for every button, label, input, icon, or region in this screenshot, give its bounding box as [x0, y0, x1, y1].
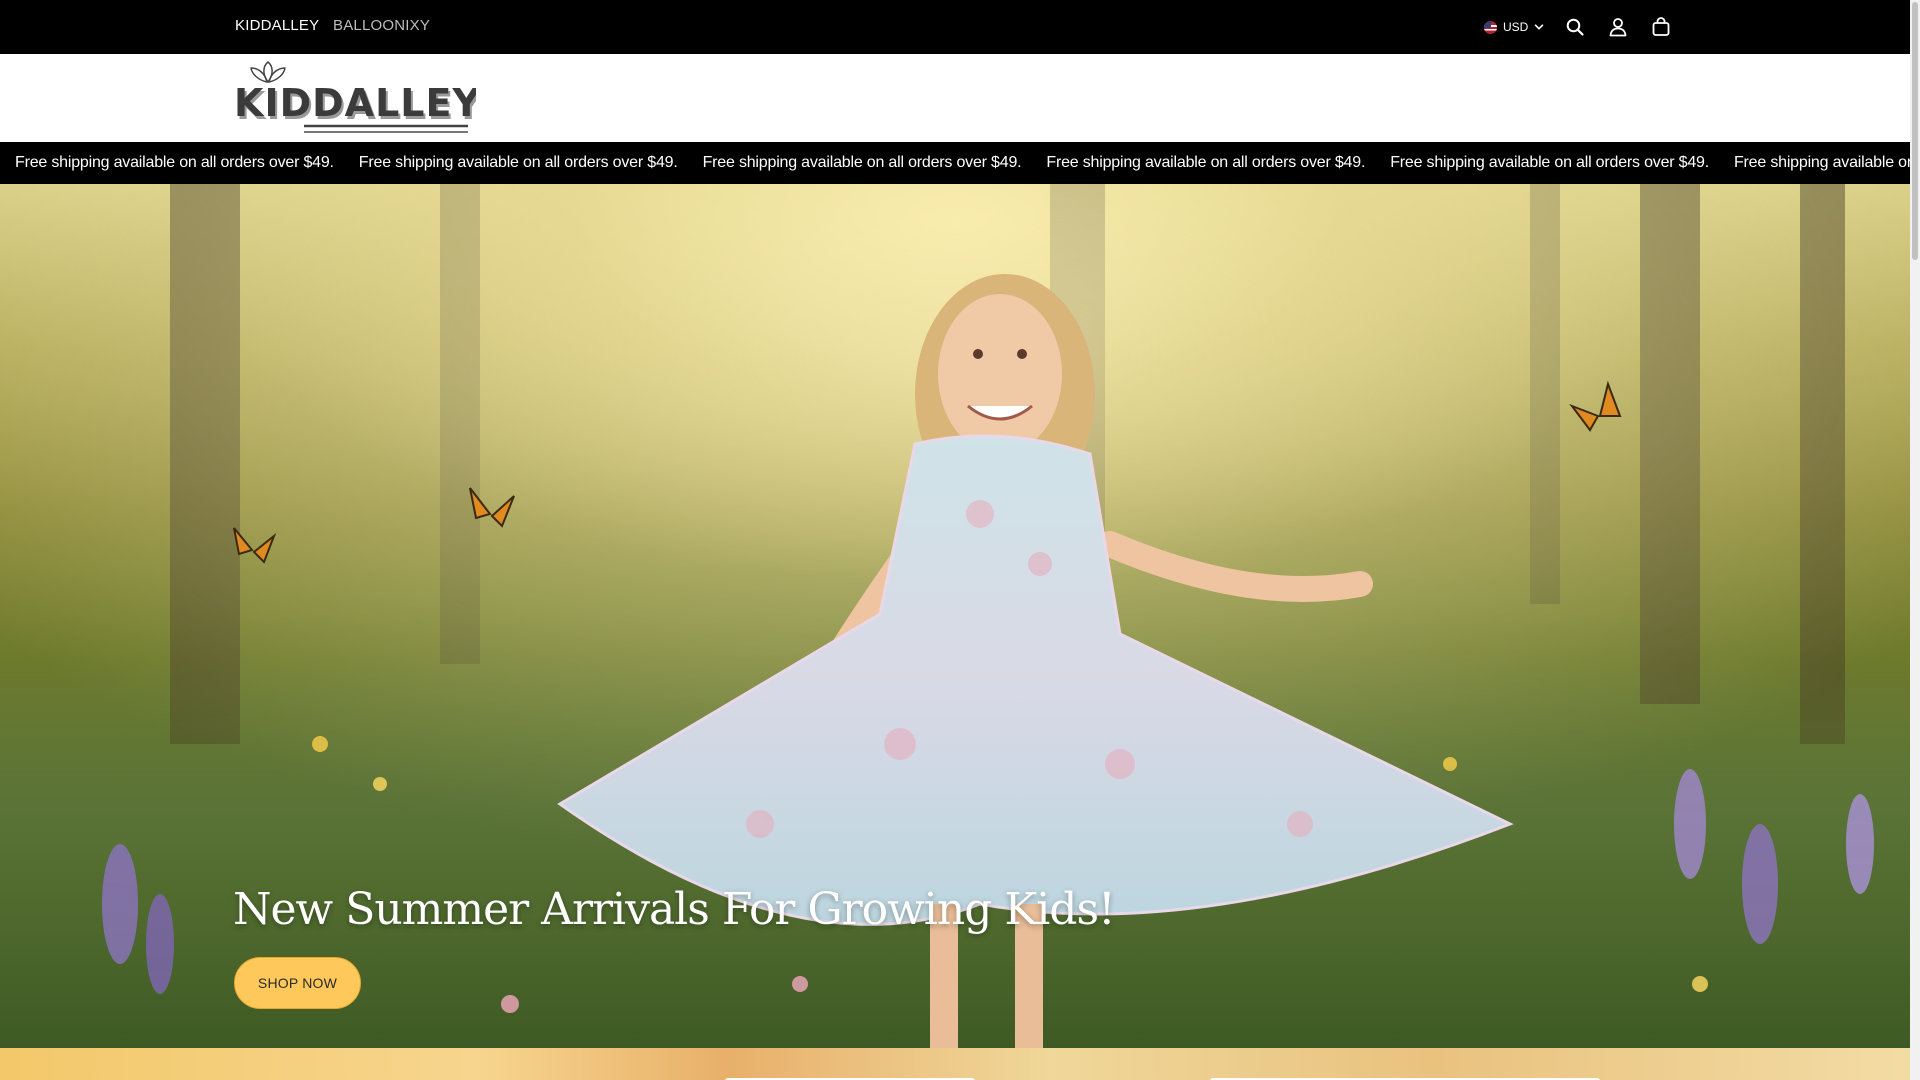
announcement-text: Free shipping available on all orders ov…	[1390, 154, 1709, 171]
page: KIDDALLEY BALLOONIXY USD KIDDALLEY KIDDA…	[0, 0, 1920, 1080]
marquee-track: Free shipping available on all orders ov…	[15, 154, 1910, 172]
next-section-preview	[0, 1048, 1910, 1080]
currency-selector[interactable]: USD	[1484, 15, 1544, 39]
announcement-text: Free shipping available on all orders ov…	[15, 154, 334, 171]
currency-label: USD	[1503, 20, 1529, 34]
store-link-balloonixy[interactable]: BALLOONIXY	[333, 17, 430, 34]
store-link-kiddalley[interactable]: KIDDALLEY	[235, 17, 319, 34]
cart-icon[interactable]	[1649, 15, 1673, 39]
account-icon[interactable]	[1606, 15, 1630, 39]
hero-title: New Summer Arrivals For Growing Kids!	[233, 884, 1116, 935]
scrollbar-thumb[interactable]	[1912, 2, 1918, 260]
search-icon[interactable]	[1563, 15, 1587, 39]
chevron-down-icon	[1535, 24, 1544, 30]
hero-banner: New Summer Arrivals For Growing Kids! SH…	[0, 184, 1910, 1048]
announcement-marquee: Free shipping available on all orders ov…	[0, 142, 1910, 184]
announcement-text: Free shipping available on all orders ov…	[358, 154, 678, 171]
kiddalley-logo-mark: KIDDALLEY KIDDALLEY	[234, 61, 482, 133]
us-flag-icon	[1484, 20, 1497, 34]
logo-wordmark: KIDDALLEY	[234, 81, 476, 125]
announcement-text: Free shipping available on all orders ov…	[1046, 154, 1366, 171]
shop-now-button[interactable]: SHOP NOW	[234, 957, 361, 1009]
brand-logo[interactable]: KIDDALLEY KIDDALLEY	[232, 60, 482, 138]
announcement-text: Free shipping available on all orders ov…	[702, 154, 1022, 171]
header-logo-bar: KIDDALLEY KIDDALLEY	[0, 54, 1910, 142]
page-scrollbar[interactable]	[1910, 0, 1920, 1080]
top-utility-bar: KIDDALLEY BALLOONIXY USD	[0, 0, 1910, 54]
announcement-text: Free shipping available on all orders ov…	[1733, 154, 1910, 171]
